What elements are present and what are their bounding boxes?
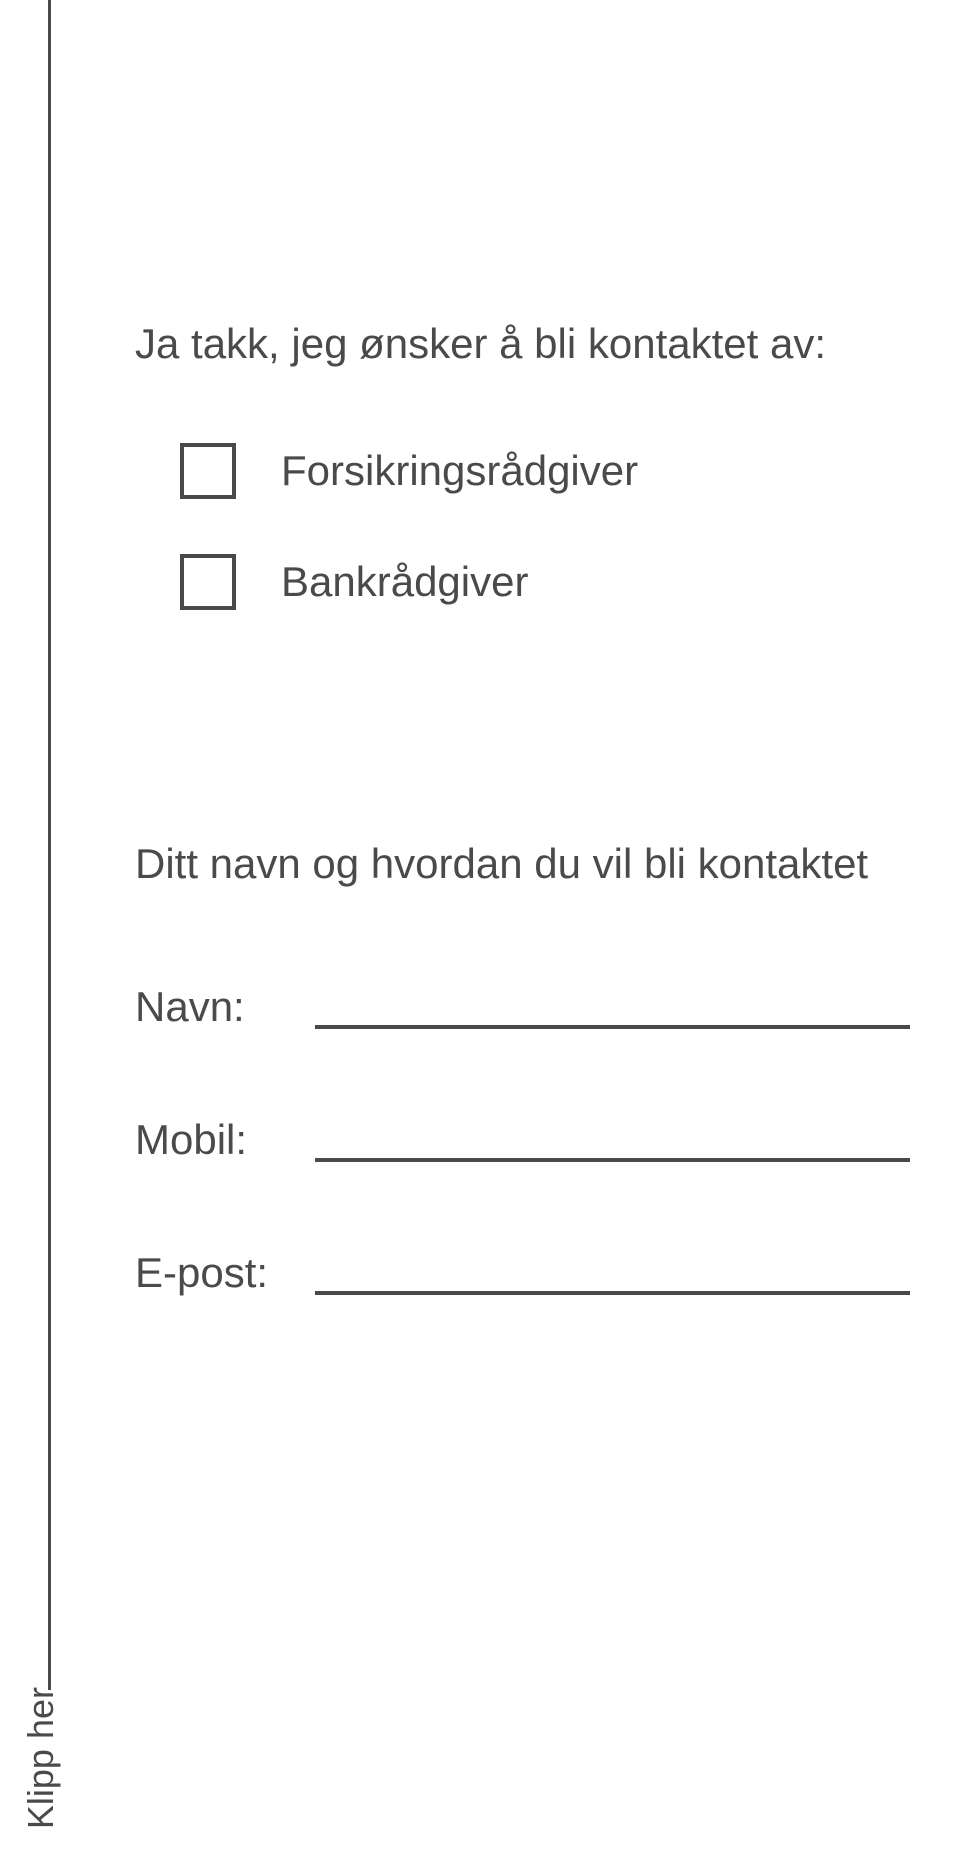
checkbox-insurance-advisor[interactable] <box>180 443 236 499</box>
name-label: Navn: <box>135 983 315 1031</box>
checkbox-label-insurance: Forsikringsrådgiver <box>281 447 638 495</box>
name-input-line[interactable] <box>315 1025 910 1029</box>
field-row-email: E-post: <box>135 1249 910 1297</box>
field-row-name: Navn: <box>135 983 910 1031</box>
form-heading: Ja takk, jeg ønsker å bli kontaktet av: <box>135 320 910 368</box>
checkbox-row-insurance: Forsikringsrådgiver <box>180 443 910 499</box>
form-content: Ja takk, jeg ønsker å bli kontaktet av: … <box>135 320 910 1382</box>
email-label: E-post: <box>135 1249 315 1297</box>
cut-here-label: Klipp her <box>20 1687 62 1829</box>
cut-line <box>48 0 51 1690</box>
field-row-mobile: Mobil: <box>135 1116 910 1164</box>
contact-info-heading: Ditt navn og hvordan du vil bli kontakte… <box>135 840 910 888</box>
mobile-label: Mobil: <box>135 1116 315 1164</box>
mobile-input-line[interactable] <box>315 1158 910 1162</box>
checkbox-row-bank: Bankrådgiver <box>180 554 910 610</box>
email-input-line[interactable] <box>315 1291 910 1295</box>
checkbox-bank-advisor[interactable] <box>180 554 236 610</box>
checkbox-label-bank: Bankrådgiver <box>281 558 528 606</box>
